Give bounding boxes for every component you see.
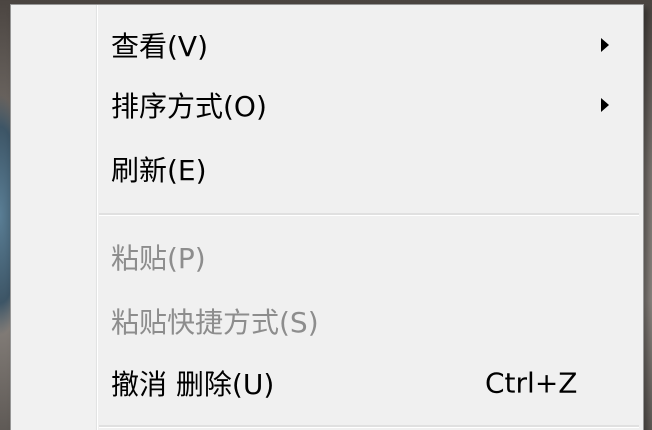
- menu-item-label: 撤消 删除(U): [111, 368, 275, 401]
- menu-separator: [99, 425, 639, 428]
- menu-item-label: 排序方式(O): [111, 90, 267, 123]
- menu-item-label: 查看(V): [111, 30, 209, 63]
- menu-item-paste-shortcut: 粘贴快捷方式(S): [11, 291, 643, 351]
- menu-item-label: 粘贴(P): [111, 242, 206, 275]
- context-menu: 查看(V) 排序方式(O) 刷新(E) 粘贴(P) 粘贴快捷方式(S) 撤消 删…: [10, 4, 644, 430]
- menu-item-paste: 粘贴(P): [11, 227, 643, 287]
- menu-item-refresh[interactable]: 刷新(E): [11, 139, 643, 199]
- chevron-right-icon: [601, 98, 609, 112]
- menu-item-shortcut: Ctrl+Z: [485, 366, 578, 400]
- menu-separator: [99, 213, 639, 216]
- menu-item-sort-by[interactable]: 排序方式(O): [11, 75, 643, 135]
- menu-item-label: 粘贴快捷方式(S): [111, 306, 319, 339]
- menu-item-undo-delete[interactable]: 撤消 删除(U) Ctrl+Z: [11, 353, 643, 413]
- chevron-right-icon: [601, 38, 609, 52]
- menu-item-label: 刷新(E): [111, 154, 207, 187]
- menu-item-view[interactable]: 查看(V): [11, 15, 643, 75]
